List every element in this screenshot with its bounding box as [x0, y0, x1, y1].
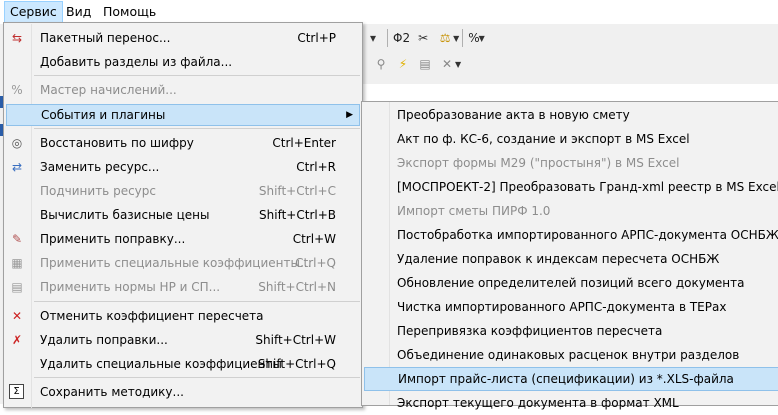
menu-item-shortcut: Ctrl+R — [296, 160, 336, 174]
menu-item-label: Применить специальные коэффициенты... — [40, 256, 312, 270]
menu-item-add-sections[interactable]: Добавить разделы из файла... — [6, 51, 360, 73]
lightning-icon[interactable]: ⚡ — [392, 53, 414, 75]
submenu-item-label: Экспорт формы М29 ("простыня") в MS Exce… — [397, 156, 680, 170]
phi-button[interactable]: Φ2 — [391, 31, 412, 45]
menu-item-shortcut: Shift+Ctrl+Q — [257, 357, 336, 371]
menu-item-shortcut: Ctrl+Enter — [272, 136, 336, 150]
submenu-item-label: Обновление определителей позиций всего д… — [397, 276, 745, 290]
menu-bar: Сервис Вид Помощь — [0, 0, 778, 24]
submenu-item-label: Преобразование акта в новую смету — [397, 108, 630, 122]
apply-correction-icon: ✎ — [11, 232, 23, 246]
toolbar-separator — [387, 29, 388, 47]
menu-item-shortcut: Shift+Ctrl+W — [255, 333, 336, 347]
menu-item-save-method[interactable]: Σ Сохранить методику... — [6, 381, 360, 403]
menu-separator — [34, 301, 360, 302]
menu-item-apply-correction[interactable]: ✎ Применить поправку... Ctrl+W — [6, 228, 360, 250]
submenu-item-label: Постобработка импортированного АРПС-доку… — [397, 228, 778, 242]
menu-item-label: Применить поправку... — [40, 232, 186, 246]
menu-item-shortcut: Shift+Ctrl+N — [258, 280, 336, 294]
submenu-item: Экспорт формы М29 ("простыня") в MS Exce… — [364, 151, 777, 175]
menu-item-cancel-coeff[interactable]: ✕ Отменить коэффициент пересчета — [6, 305, 360, 327]
dropdown-arrow-icon[interactable]: ▼ — [479, 34, 485, 43]
sigma-icon: Σ — [9, 384, 24, 399]
menu-item-restore-by-code[interactable]: ◎ Восстановить по шифру Ctrl+Enter — [6, 132, 360, 154]
submenu-item[interactable]: Удаление поправок к индексам пересчета О… — [364, 247, 777, 271]
submenu-item[interactable]: Экспорт текущего документа в формат XML — [364, 391, 777, 415]
submenu-item-label: Экспорт текущего документа в формат XML — [397, 396, 679, 410]
submenu-item-label: Удаление поправок к индексам пересчета О… — [397, 252, 720, 266]
submenu-item[interactable]: Обновление определителей позиций всего д… — [364, 271, 777, 295]
menu-item-label: Восстановить по шифру — [40, 136, 194, 150]
events-plugins-submenu: Преобразование акта в новую смету Акт по… — [361, 101, 778, 410]
menu-separator — [34, 377, 360, 378]
norms-icon: ▤ — [11, 280, 23, 294]
submenu-item[interactable]: Акт по ф. КС-6, создание и экспорт в MS … — [364, 127, 777, 151]
service-menu: ⇆ Пакетный перенос... Ctrl+P Добавить ра… — [3, 22, 363, 408]
submenu-item-label: Чистка импортированного АРПС-документа в… — [397, 300, 727, 314]
menu-service[interactable]: Сервис — [4, 1, 63, 23]
submenu-item[interactable]: Преобразование акта в новую смету — [364, 103, 777, 127]
menu-item-shortcut: Shift+Ctrl+C — [258, 184, 336, 198]
dropdown-arrow-icon[interactable]: ▼ — [453, 34, 459, 43]
delete-correction-icon: ✗ — [11, 333, 23, 347]
menu-item-label: Добавить разделы из файла... — [40, 55, 233, 69]
menu-item-label: Вычислить базисные цены — [40, 208, 210, 222]
scissors-icon[interactable]: ✂ — [412, 27, 434, 49]
menu-item-accrual-wizard: % Мастер начислений... — [6, 79, 360, 101]
menu-item-shortcut: Shift+Ctrl+B — [259, 208, 336, 222]
menu-item-label: Заменить ресурс... — [40, 160, 160, 174]
menu-item-delete-special-coeff[interactable]: Удалить специальные коэффициенты Shift+C… — [6, 353, 360, 375]
menu-item-apply-special-coeff: ▦ Применить специальные коэффициенты... … — [6, 252, 360, 274]
menu-item-apply-norms: ▤ Применить нормы НР и СП... Shift+Ctrl+… — [6, 276, 360, 298]
menu-item-shortcut: Ctrl+P — [297, 31, 336, 45]
batch-transfer-icon: ⇆ — [11, 31, 23, 45]
submenu-item[interactable]: Постобработка импортированного АРПС-доку… — [364, 223, 778, 247]
menu-item-events-plugins[interactable]: События и плагины ▶ — [6, 104, 360, 126]
document-filter-icon[interactable]: ▤ — [414, 53, 436, 75]
replace-icon: ⇄ — [11, 160, 23, 174]
submenu-item-label: Объединение одинаковых расценок внутри р… — [397, 348, 740, 362]
menu-item-replace-resource[interactable]: ⇄ Заменить ресурс... Ctrl+R — [6, 156, 360, 178]
dropdown-arrow-icon[interactable]: ▾ — [362, 27, 384, 49]
submenu-item[interactable]: Объединение одинаковых расценок внутри р… — [364, 343, 777, 367]
menu-view[interactable]: Вид — [61, 2, 96, 22]
filter-icon[interactable]: ⚲ — [370, 53, 392, 75]
menu-item-label: События и плагины — [41, 108, 166, 122]
special-coeff-icon: ▦ — [11, 256, 23, 270]
menu-item-delete-corrections[interactable]: ✗ Удалить поправки... Shift+Ctrl+W — [6, 329, 360, 351]
submenu-item-label: Импорт прайс-листа (спецификации) из *.X… — [398, 372, 734, 386]
menu-item-label: Сохранить методику... — [40, 385, 184, 399]
toolbar-area: ▾ Φ2 ✂ ⚖ ▼ % ▼ ⚲ ⚡ ▤ ✕ ▼ — [362, 24, 778, 84]
percent-icon: % — [11, 83, 23, 97]
menu-item-shortcut: Ctrl+W — [292, 232, 336, 246]
menu-item-label: Подчинить ресурс — [40, 184, 156, 198]
menu-item-batch-transfer[interactable]: ⇆ Пакетный перенос... Ctrl+P — [6, 27, 360, 49]
menu-item-label: Применить нормы НР и СП... — [40, 280, 221, 294]
submenu-item-label: Акт по ф. КС-6, создание и экспорт в MS … — [397, 132, 690, 146]
submenu-item[interactable]: Чистка импортированного АРПС-документа в… — [364, 295, 777, 319]
menu-item-subordinate-resource: Подчинить ресурс Shift+Ctrl+C — [6, 180, 360, 202]
submenu-item-label: Импорт сметы ПИРФ 1.0 — [397, 204, 551, 218]
menu-item-label: Отменить коэффициент пересчета — [40, 309, 264, 323]
submenu-item-import-price-list[interactable]: Импорт прайс-листа (спецификации) из *.X… — [364, 367, 778, 391]
menu-item-label: Удалить поправки... — [40, 333, 168, 347]
cancel-coeff-icon: ✕ — [11, 309, 23, 323]
menu-item-shortcut: Ctrl+Q — [295, 256, 336, 270]
binoculars-icon: ◎ — [11, 136, 23, 150]
submenu-arrow-icon: ▶ — [346, 110, 353, 120]
toolbar-separator — [462, 29, 464, 47]
submenu-item: Импорт сметы ПИРФ 1.0 — [364, 199, 777, 223]
submenu-item[interactable]: Перепривязка коэффициентов пересчета — [364, 319, 777, 343]
menu-item-label: Удалить специальные коэффициенты — [40, 357, 282, 371]
submenu-item-label: [МОСПРОЕКТ-2] Преобразовать Гранд-xml ре… — [397, 180, 778, 194]
dropdown-arrow-icon[interactable]: ▼ — [455, 60, 461, 69]
menu-item-compute-base-prices[interactable]: Вычислить базисные цены Shift+Ctrl+B — [6, 204, 360, 226]
menu-separator — [34, 75, 360, 76]
menu-help[interactable]: Помощь — [98, 2, 161, 22]
menu-item-label: Мастер начислений... — [40, 83, 177, 97]
submenu-item[interactable]: [МОСПРОЕКТ-2] Преобразовать Гранд-xml ре… — [364, 175, 778, 199]
menu-separator — [34, 128, 360, 129]
menu-item-label: Пакетный перенос... — [40, 31, 171, 45]
submenu-item-label: Перепривязка коэффициентов пересчета — [397, 324, 663, 338]
